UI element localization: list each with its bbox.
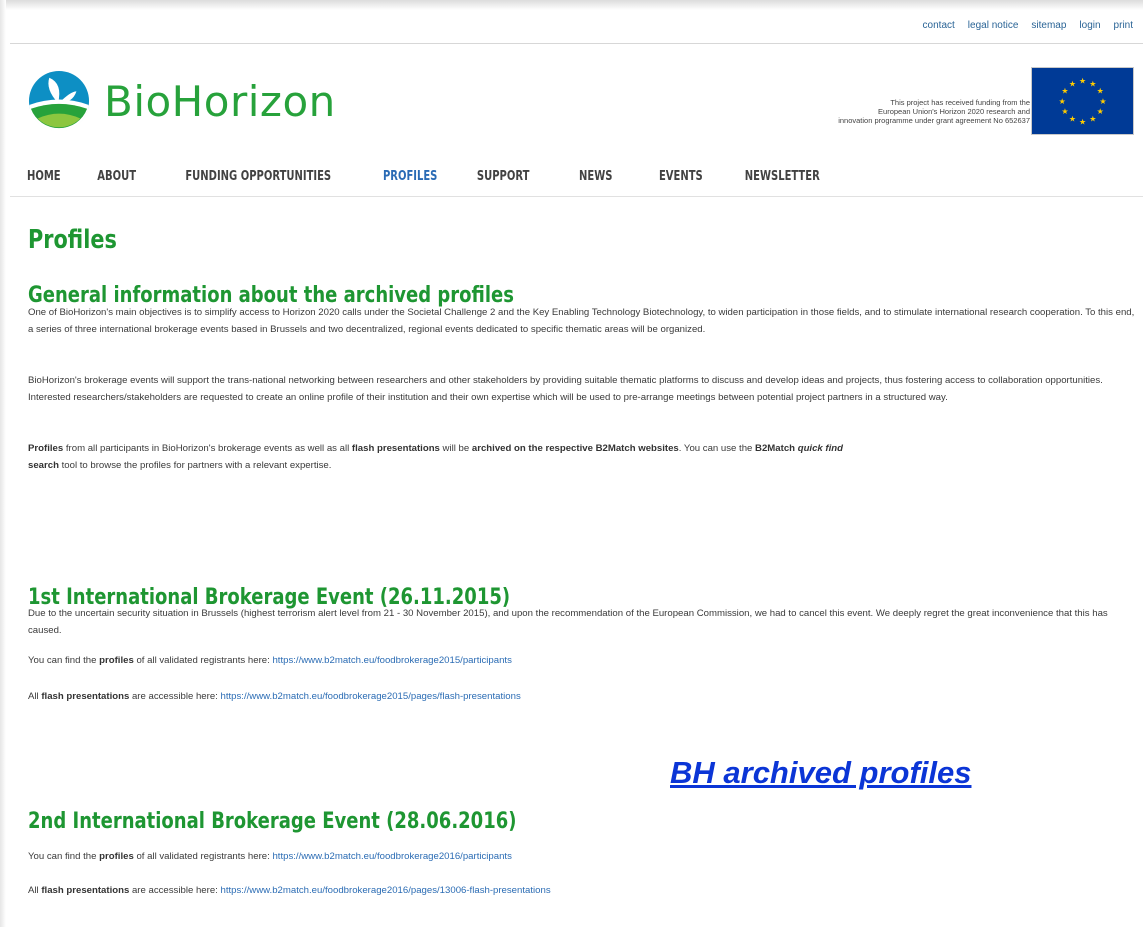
event1-flash-line: All flash presentations are accessible h… xyxy=(28,688,1136,705)
logo-wordmark: BioHorizon xyxy=(104,76,336,126)
bold-quick-find: quick find xyxy=(797,443,844,454)
bold-flash-presentations: flash presentations xyxy=(351,443,440,454)
event1-flash-link[interactable]: https://www.b2match.eu/foodbrokerage2015… xyxy=(220,691,520,702)
nav-profiles[interactable]: PROFILES xyxy=(383,168,437,184)
eu-star: ★ xyxy=(1061,87,1068,96)
bold-profiles: profiles xyxy=(99,851,134,862)
text-fragment: tool to browse the profiles for partners… xyxy=(58,460,332,471)
nav-support[interactable]: SUPPORT xyxy=(477,168,530,184)
eu-star: ★ xyxy=(1089,79,1096,88)
text-fragment: You can find the xyxy=(28,851,100,862)
nav-about[interactable]: ABOUT xyxy=(97,168,136,184)
eu-star: ★ xyxy=(1099,97,1106,106)
eu-star: ★ xyxy=(1097,107,1104,116)
utility-divider xyxy=(10,43,1143,44)
bold-flash-presentations: flash presentations xyxy=(41,885,130,896)
event2-profiles-link[interactable]: https://www.b2match.eu/foodbrokerage2016… xyxy=(272,851,511,862)
section-heading-event-2: 2nd International Brokerage Event (28.06… xyxy=(28,808,517,834)
biohorizon-logo-icon xyxy=(28,70,90,132)
event2-profiles-line: You can find the profiles of all validat… xyxy=(28,848,1136,865)
funding-line-1: This project has received funding from t… xyxy=(890,98,1030,107)
eu-star: ★ xyxy=(1069,79,1076,88)
bold-b2match: B2Match xyxy=(755,443,796,454)
util-link-sitemap[interactable]: sitemap xyxy=(1031,20,1066,31)
text-fragment: All xyxy=(28,691,42,702)
utility-nav: contact legal notice sitemap login print xyxy=(923,20,1133,31)
eu-star: ★ xyxy=(1061,107,1068,116)
eu-flag-icon: ★★★★★★★★★ ★ ★★ xyxy=(1031,67,1134,135)
text-fragment: You can find the xyxy=(28,655,100,666)
funding-notice: This project has received funding from t… xyxy=(700,98,1030,125)
site-logo[interactable]: BioHorizon xyxy=(28,70,336,132)
text-fragment: of all validated registrants here: xyxy=(133,851,273,862)
eu-star: ★ xyxy=(1059,97,1066,106)
util-link-contact[interactable]: contact xyxy=(923,20,955,31)
funding-line-3: innovation programme under grant agreeme… xyxy=(838,116,1030,125)
general-paragraph-3: Profiles from all participants in BioHor… xyxy=(28,440,1136,474)
text-fragment: of all validated registrants here: xyxy=(133,655,273,666)
event2-flash-line: All flash presentations are accessible h… xyxy=(28,882,1136,899)
text-fragment: from all participants in BioHorizon's br… xyxy=(63,443,352,454)
text-fragment: All xyxy=(28,885,42,896)
eu-star: ★ xyxy=(1079,77,1086,86)
text-fragment: . You can use the xyxy=(678,443,756,454)
nav-divider xyxy=(10,196,1143,197)
event1-profiles-link[interactable]: https://www.b2match.eu/foodbrokerage2015… xyxy=(272,655,511,666)
bold-profiles: Profiles xyxy=(28,443,64,454)
funding-line-2: European Union's Horizon 2020 research a… xyxy=(878,107,1030,116)
util-link-legal-notice[interactable]: legal notice xyxy=(968,20,1019,31)
general-paragraph-2: BioHorizon's brokerage events will suppo… xyxy=(28,375,1103,403)
bold-flash-presentations: flash presentations xyxy=(41,691,130,702)
page-title: Profiles xyxy=(28,225,117,255)
nav-newsletter[interactable]: NEWSLETTER xyxy=(745,168,820,184)
eu-star: ★ xyxy=(1069,115,1076,124)
general-paragraph-1: One of BioHorizon's main objectives is t… xyxy=(28,307,1135,335)
util-link-print[interactable]: print xyxy=(1114,20,1133,31)
eu-star: ★ xyxy=(1089,115,1096,124)
nav-home[interactable]: HOME xyxy=(27,168,61,184)
page-left-shadow xyxy=(0,0,6,927)
event1-paragraph: Due to the uncertain security situation … xyxy=(28,608,1108,636)
event1-profiles-line: You can find the profiles of all validat… xyxy=(28,652,1136,669)
event2-flash-link[interactable]: https://www.b2match.eu/foodbrokerage2016… xyxy=(220,885,550,896)
text-fragment: are accessible here: xyxy=(129,885,221,896)
text-fragment: are accessible here: xyxy=(129,691,221,702)
nav-funding-opportunities[interactable]: FUNDING OPPORTUNITIES xyxy=(185,168,331,184)
nav-events[interactable]: EVENTS xyxy=(659,168,703,184)
bold-profiles: profiles xyxy=(99,655,134,666)
util-link-login[interactable]: login xyxy=(1079,20,1100,31)
eu-star: ★ xyxy=(1097,87,1104,96)
bh-archived-profiles-link[interactable]: BH archived profiles xyxy=(670,755,971,791)
page-top-shadow xyxy=(0,0,1143,10)
eu-star: ★ xyxy=(1079,117,1086,126)
bold-archived: archived on the respective B2Match websi… xyxy=(471,443,679,454)
bold-search: search xyxy=(28,460,59,471)
nav-news[interactable]: NEWS xyxy=(579,168,612,184)
text-fragment: will be xyxy=(439,443,472,454)
